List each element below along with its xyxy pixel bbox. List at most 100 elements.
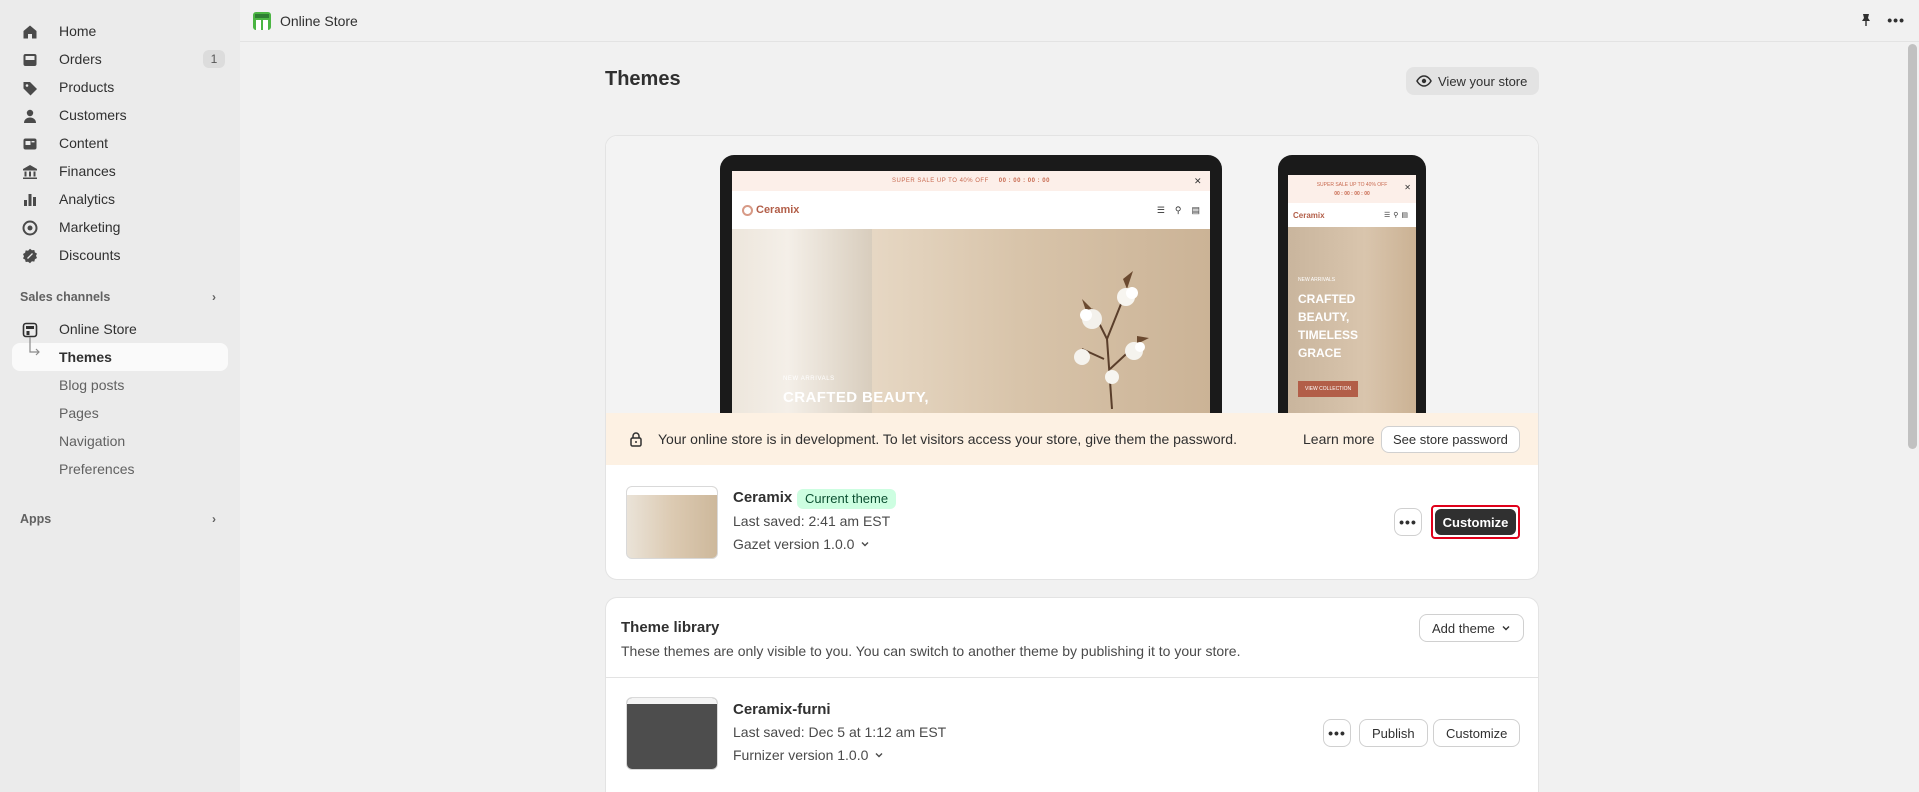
storefront-icon xyxy=(22,322,38,338)
sales-channels-label: Sales channels xyxy=(20,290,111,304)
person-icon xyxy=(24,109,36,123)
mobile-preview-screen: SUPER SALE UP TO 40% OFF 00 : 00 : 00 : … xyxy=(1288,175,1416,413)
library-theme-more-button[interactable]: ••• xyxy=(1323,719,1351,747)
publish-button[interactable]: Publish xyxy=(1359,719,1428,747)
brand-name: Ceramix xyxy=(756,204,800,216)
hero-title: CRAFTED BEAUTY, xyxy=(783,389,930,406)
bar-chart-icon xyxy=(24,194,36,206)
nav-label: Marketing xyxy=(59,219,121,235)
mobile-hero-title: CRAFTED BEAUTY, TIMELESS GRACE xyxy=(1298,292,1359,360)
view-store-button[interactable]: View your store xyxy=(1406,67,1540,95)
thumbnail-header-strip xyxy=(627,487,717,495)
current-theme-name: Ceramix xyxy=(733,489,793,506)
current-theme-more-button[interactable]: ••• xyxy=(1394,508,1422,536)
nav-online-store[interactable]: Online Store xyxy=(12,315,228,343)
sales-channels-header[interactable]: Sales channels › xyxy=(0,283,240,311)
theme-library-description: These themes are only visible to you. Yo… xyxy=(621,643,1241,659)
see-store-password-button[interactable]: See store password xyxy=(1381,426,1520,453)
nav-customers[interactable]: Customers xyxy=(12,101,228,129)
current-theme-row: Ceramix Current theme Last saved: 2:41 a… xyxy=(606,465,1538,579)
sub-item-label: Pages xyxy=(59,405,99,421)
nav-label: Discounts xyxy=(59,247,121,263)
library-theme-thumbnail xyxy=(626,697,718,770)
nav-finances[interactable]: Finances xyxy=(12,157,228,185)
sub-item-themes[interactable]: Themes xyxy=(12,337,228,371)
tag-icon xyxy=(23,82,37,96)
sub-item-label: Blog posts xyxy=(59,377,125,393)
orders-icon xyxy=(23,54,37,66)
sub-item-blog-posts[interactable]: Blog posts xyxy=(12,371,228,399)
nav-label: Orders xyxy=(59,51,102,67)
current-theme-version-toggle[interactable]: Gazet version 1.0.0 xyxy=(733,536,870,552)
cart-icon: ▤ xyxy=(1191,204,1200,215)
topbar-actions: ••• xyxy=(1859,12,1905,28)
nav-analytics[interactable]: Analytics xyxy=(12,185,228,213)
library-theme-row: Ceramix-furni Last saved: Dec 5 at 1:12 … xyxy=(606,678,1538,792)
mobile-hero-cta: VIEW COLLECTION xyxy=(1298,381,1359,397)
mobile-promo-bar: SUPER SALE UP TO 40% OFF 00 : 00 : 00 : … xyxy=(1288,175,1416,203)
nav-orders[interactable]: Orders 1 xyxy=(12,45,228,73)
top-bar: Online Store ••• xyxy=(240,0,1919,42)
sub-item-pages[interactable]: Pages xyxy=(12,399,228,427)
nav-label: Content xyxy=(59,135,109,151)
sidebar: Home Orders 1 Products Customers Content… xyxy=(0,0,240,792)
close-icon: ✕ xyxy=(1193,175,1202,186)
bank-icon xyxy=(23,165,37,179)
learn-more-link[interactable]: Learn more xyxy=(1303,431,1375,447)
hero-banner: NEW ARRIVALS CRAFTED BEAUTY, xyxy=(732,229,1210,413)
page-scrollbar[interactable] xyxy=(1905,42,1919,792)
nav-label: Finances xyxy=(59,163,116,179)
chevron-down-icon xyxy=(861,542,869,547)
nav-marketing[interactable]: Marketing xyxy=(12,213,228,241)
sub-item-label: Preferences xyxy=(59,461,135,477)
theme-library-header: Theme library These themes are only visi… xyxy=(606,598,1538,678)
nav-label: Home xyxy=(59,23,97,39)
current-theme-last-saved: Last saved: 2:41 am EST xyxy=(733,513,891,529)
library-customize-button[interactable]: Customize xyxy=(1433,719,1521,747)
apps-label: Apps xyxy=(20,512,52,526)
theme-preview: SUPER SALE UP TO 40% OFF 00 : 00 : 00 : … xyxy=(606,136,1538,413)
pin-icon[interactable] xyxy=(1859,13,1873,27)
apps-header[interactable]: Apps › xyxy=(0,505,240,533)
nav-home[interactable]: Home xyxy=(12,17,228,45)
nav-label: Analytics xyxy=(59,191,116,207)
mobile-promo-text: SUPER SALE UP TO 40% OFF xyxy=(1316,182,1388,188)
library-theme-version-toggle[interactable]: Furnizer version 1.0.0 xyxy=(733,747,884,763)
nav-content[interactable]: Content xyxy=(12,129,228,157)
view-store-label: View your store xyxy=(1438,73,1528,89)
menu-icon: ☰ xyxy=(1156,204,1165,215)
eye-icon xyxy=(1416,75,1432,87)
sub-item-label: Navigation xyxy=(59,433,126,449)
home-icon xyxy=(23,25,37,39)
library-theme-name: Ceramix-furni xyxy=(733,701,831,718)
mobile-hero-kicker: NEW ARRIVALS xyxy=(1298,277,1336,283)
tree-connector-icon xyxy=(29,337,40,356)
page-title: Themes xyxy=(605,68,681,90)
close-icon: ✕ xyxy=(1404,183,1411,192)
hero-fabric-image xyxy=(732,229,872,413)
nav-products[interactable]: Products xyxy=(12,73,228,101)
topbar-title: Online Store xyxy=(280,12,358,29)
scrollbar-thumb[interactable] xyxy=(1908,44,1917,449)
add-theme-button[interactable]: Add theme xyxy=(1419,614,1524,642)
nav-discounts[interactable]: Discounts xyxy=(12,241,228,269)
notice-text: Your online store is in development. To … xyxy=(658,431,1237,447)
sub-item-preferences[interactable]: Preferences xyxy=(12,455,228,483)
site-icons: ☰ ⚲ ▤ xyxy=(1157,205,1200,216)
current-theme-version: Gazet version 1.0.0 xyxy=(733,536,855,552)
theme-library-title: Theme library xyxy=(621,619,720,636)
current-theme-card: SUPER SALE UP TO 40% OFF 00 : 00 : 00 : … xyxy=(605,135,1539,580)
desktop-preview: SUPER SALE UP TO 40% OFF 00 : 00 : 00 : … xyxy=(720,155,1222,413)
mobile-brand-name: Ceramix xyxy=(1293,210,1325,220)
current-theme-badge: Current theme xyxy=(797,489,897,509)
target-icon xyxy=(22,220,38,236)
customize-button[interactable]: Customize xyxy=(1431,505,1520,539)
chevron-down-icon xyxy=(875,753,883,758)
nav-label: Customers xyxy=(59,107,127,123)
more-actions-icon: ••• xyxy=(1328,725,1346,741)
more-actions-icon: ••• xyxy=(1399,514,1417,530)
more-options-icon[interactable]: ••• xyxy=(1887,12,1905,28)
mobile-header-icons: ☰⚲▤ xyxy=(1383,212,1411,219)
library-customize-label: Customize xyxy=(1446,725,1508,741)
sub-item-navigation[interactable]: Navigation xyxy=(12,427,228,455)
